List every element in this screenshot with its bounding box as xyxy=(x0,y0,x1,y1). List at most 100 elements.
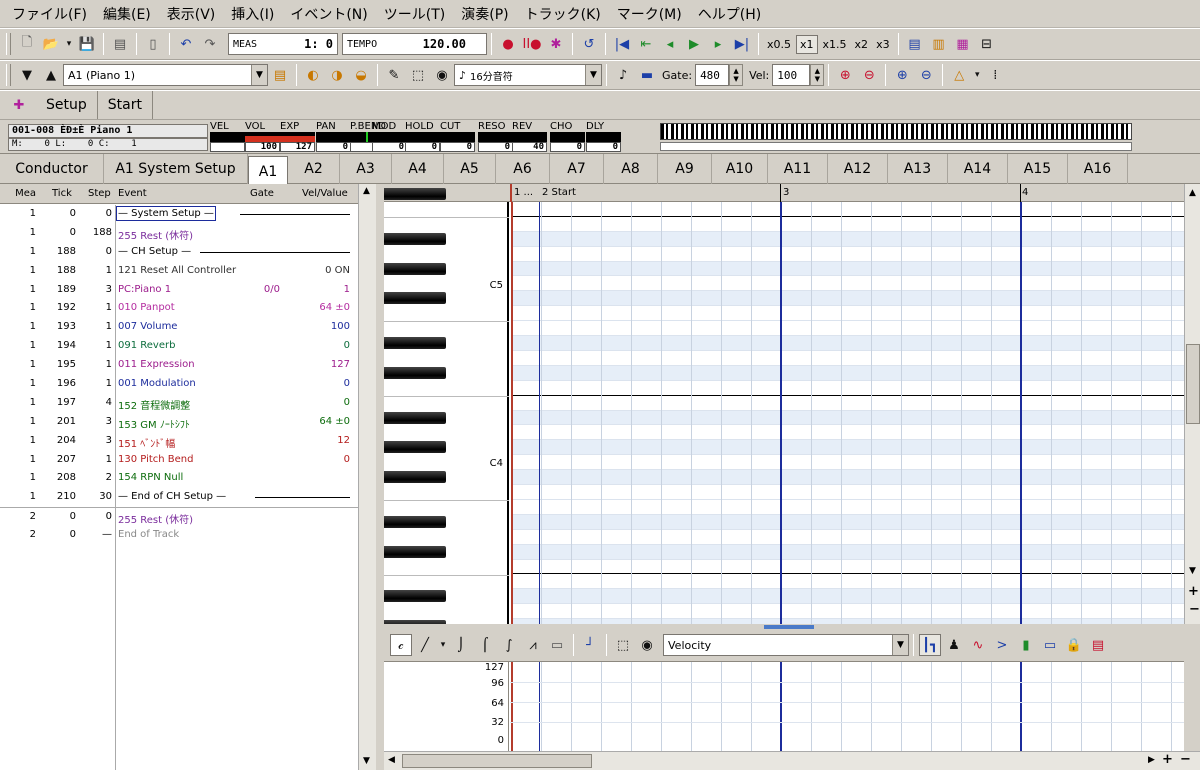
step-select[interactable]: ♪ 16分音符 ▼ xyxy=(454,64,602,86)
meter-value[interactable]: 0 xyxy=(316,142,351,152)
redo-icon[interactable]: ↷ xyxy=(199,33,221,55)
select-rect-icon[interactable]: ⬚ xyxy=(407,64,429,86)
forward-to-end-icon[interactable]: ▶| xyxy=(731,33,753,55)
dropdown-arrow-icon[interactable]: ▾ xyxy=(64,33,74,55)
track-down-icon[interactable]: ▼ xyxy=(16,64,38,86)
black-key[interactable] xyxy=(384,515,446,528)
black-key[interactable] xyxy=(384,411,446,424)
zoom-minus-icon[interactable]: − xyxy=(1189,602,1200,617)
meter-value[interactable]: 100 xyxy=(245,142,280,152)
vel-input[interactable]: 100 xyxy=(772,64,811,86)
col-step[interactable]: Step xyxy=(88,188,111,199)
track-select[interactable]: A1 (Piano 1) ▼ xyxy=(63,64,268,86)
event-row[interactable]: 1 210 30 — End of CH Setup — xyxy=(0,488,358,507)
line-tool-icon[interactable]: ╱ xyxy=(414,634,436,656)
properties-icon[interactable]: ▤ xyxy=(109,33,131,55)
tab-a16[interactable]: A16 xyxy=(1068,154,1128,184)
tempo-display[interactable]: TEMPO 120.00 xyxy=(342,33,487,55)
note-alt-icon[interactable]: ◑ xyxy=(326,64,348,86)
event-row[interactable]: 1 208 2 154 RPN Null xyxy=(0,469,358,488)
menu-item-1[interactable]: 編集(E) xyxy=(95,4,159,24)
tab-a10[interactable]: A10 xyxy=(712,154,768,184)
ruler-icon[interactable]: ⁞ xyxy=(984,64,1006,86)
open-file-icon[interactable]: 📂 xyxy=(40,33,62,55)
record-icon[interactable]: ● xyxy=(497,33,519,55)
dropdown-arrow-icon[interactable]: ▾ xyxy=(972,64,982,86)
hzoom-plus-icon[interactable]: + xyxy=(1162,752,1173,767)
range-icon[interactable]: ▭ xyxy=(1039,634,1061,656)
speed-x1-button[interactable]: x1 xyxy=(796,34,818,54)
col-value[interactable]: Vel/Value xyxy=(302,188,348,199)
tab-a7[interactable]: A7 xyxy=(550,154,604,184)
new-marker-icon[interactable]: ✚ xyxy=(8,94,30,116)
tab-a4[interactable]: A4 xyxy=(392,154,444,184)
col-mea[interactable]: Mea xyxy=(0,188,38,199)
eraser-icon[interactable]: ◉ xyxy=(636,634,658,656)
menu-item-5[interactable]: ツール(T) xyxy=(376,4,453,24)
meter-value[interactable] xyxy=(210,142,245,152)
zoom-in-h-icon[interactable]: ⊕ xyxy=(834,64,856,86)
black-key[interactable] xyxy=(384,620,446,624)
black-key[interactable] xyxy=(384,232,446,245)
curve-up-icon[interactable]: ⌡ xyxy=(450,634,472,656)
col-event[interactable]: Event xyxy=(118,188,147,199)
event-row[interactable]: 1 193 1 007 Volume 100 xyxy=(0,318,358,337)
loop-icon[interactable]: ↺ xyxy=(578,33,600,55)
black-key[interactable] xyxy=(384,471,446,484)
meter-value[interactable]: 0 xyxy=(550,142,585,152)
note-tool-icon[interactable]: ◐ xyxy=(302,64,324,86)
step-record-icon[interactable]: II● xyxy=(521,33,543,55)
vel-stepper[interactable]: ▲ ▼ xyxy=(810,64,825,86)
tab-a11[interactable]: A11 xyxy=(768,154,828,184)
level-meter-icon[interactable]: ▮ xyxy=(1015,634,1037,656)
gate-input[interactable]: 480 xyxy=(695,64,730,86)
eraser-icon[interactable]: ◉ xyxy=(431,64,453,86)
measure-ruler[interactable]: 1 ... 2 Start 3 4 xyxy=(384,184,1200,202)
note-grid[interactable] xyxy=(511,202,1184,624)
toolbar-grip[interactable] xyxy=(6,64,11,86)
event-row[interactable]: 1 197 4 152 音程微調整 0 xyxy=(0,394,358,413)
accent-icon[interactable]: > xyxy=(991,634,1013,656)
track-up-icon[interactable]: ▲ xyxy=(40,64,62,86)
scroll-left-icon[interactable]: ◀ xyxy=(388,755,395,765)
scroll-down-icon[interactable]: ▼ xyxy=(1189,566,1196,576)
piano-roll-vscrollbar[interactable]: ▲ ▼ + − xyxy=(1184,184,1200,624)
fill-icon[interactable]: ▭ xyxy=(546,634,568,656)
event-row[interactable]: 1 189 3 PC:Piano 1 0/0 1 xyxy=(0,281,358,300)
wave-icon[interactable]: ∿ xyxy=(967,634,989,656)
rest-icon[interactable]: ▬ xyxy=(636,64,658,86)
curve-down-icon[interactable]: ⌠ xyxy=(474,634,496,656)
scroll-right-icon[interactable]: ▶ xyxy=(1148,755,1155,765)
menu-item-9[interactable]: ヘルプ(H) xyxy=(690,4,769,24)
black-key[interactable] xyxy=(384,337,446,350)
scroll-up-icon[interactable]: ▲ xyxy=(1189,188,1196,198)
black-key[interactable] xyxy=(384,366,446,379)
step-tool-icon[interactable]: ┘ xyxy=(579,634,601,656)
tab-a6[interactable]: A6 xyxy=(496,154,550,184)
scroll-thumb[interactable] xyxy=(1186,344,1200,424)
play-icon[interactable]: ▶ xyxy=(683,33,705,55)
tab-conductor[interactable]: Conductor xyxy=(0,154,104,184)
black-key[interactable] xyxy=(384,292,446,305)
start-button[interactable]: Start xyxy=(98,91,153,119)
pencil-icon[interactable]: ✎ xyxy=(383,64,405,86)
event-row[interactable]: 1 188 0 — CH Setup — xyxy=(0,243,358,262)
event-row[interactable]: 1 192 1 010 Panpot 64 ±0 xyxy=(0,299,358,318)
staff-view-icon[interactable]: ▦ xyxy=(952,33,974,55)
black-key[interactable] xyxy=(384,262,446,275)
black-key[interactable] xyxy=(384,590,446,603)
setup-button[interactable]: Setup xyxy=(36,91,98,119)
meter-value[interactable]: 127 xyxy=(280,142,315,152)
tab-a3[interactable]: A3 xyxy=(340,154,392,184)
zoom-in-v-icon[interactable]: ⊕ xyxy=(891,64,913,86)
zoom-out-v-icon[interactable]: ⊖ xyxy=(915,64,937,86)
event-row[interactable]: 1 195 1 011 Expression 127 xyxy=(0,356,358,375)
menu-item-2[interactable]: 表示(V) xyxy=(159,4,224,24)
scroll-up-icon[interactable]: ▲ xyxy=(363,186,370,196)
tab-a15[interactable]: A15 xyxy=(1008,154,1068,184)
menu-item-3[interactable]: 挿入(I) xyxy=(223,4,282,24)
panel-splitter[interactable] xyxy=(764,625,814,629)
layers-icon[interactable]: ▤ xyxy=(1087,634,1109,656)
meter-value[interactable]: 0 xyxy=(586,142,621,152)
select-rect-icon[interactable]: ⬚ xyxy=(612,634,634,656)
